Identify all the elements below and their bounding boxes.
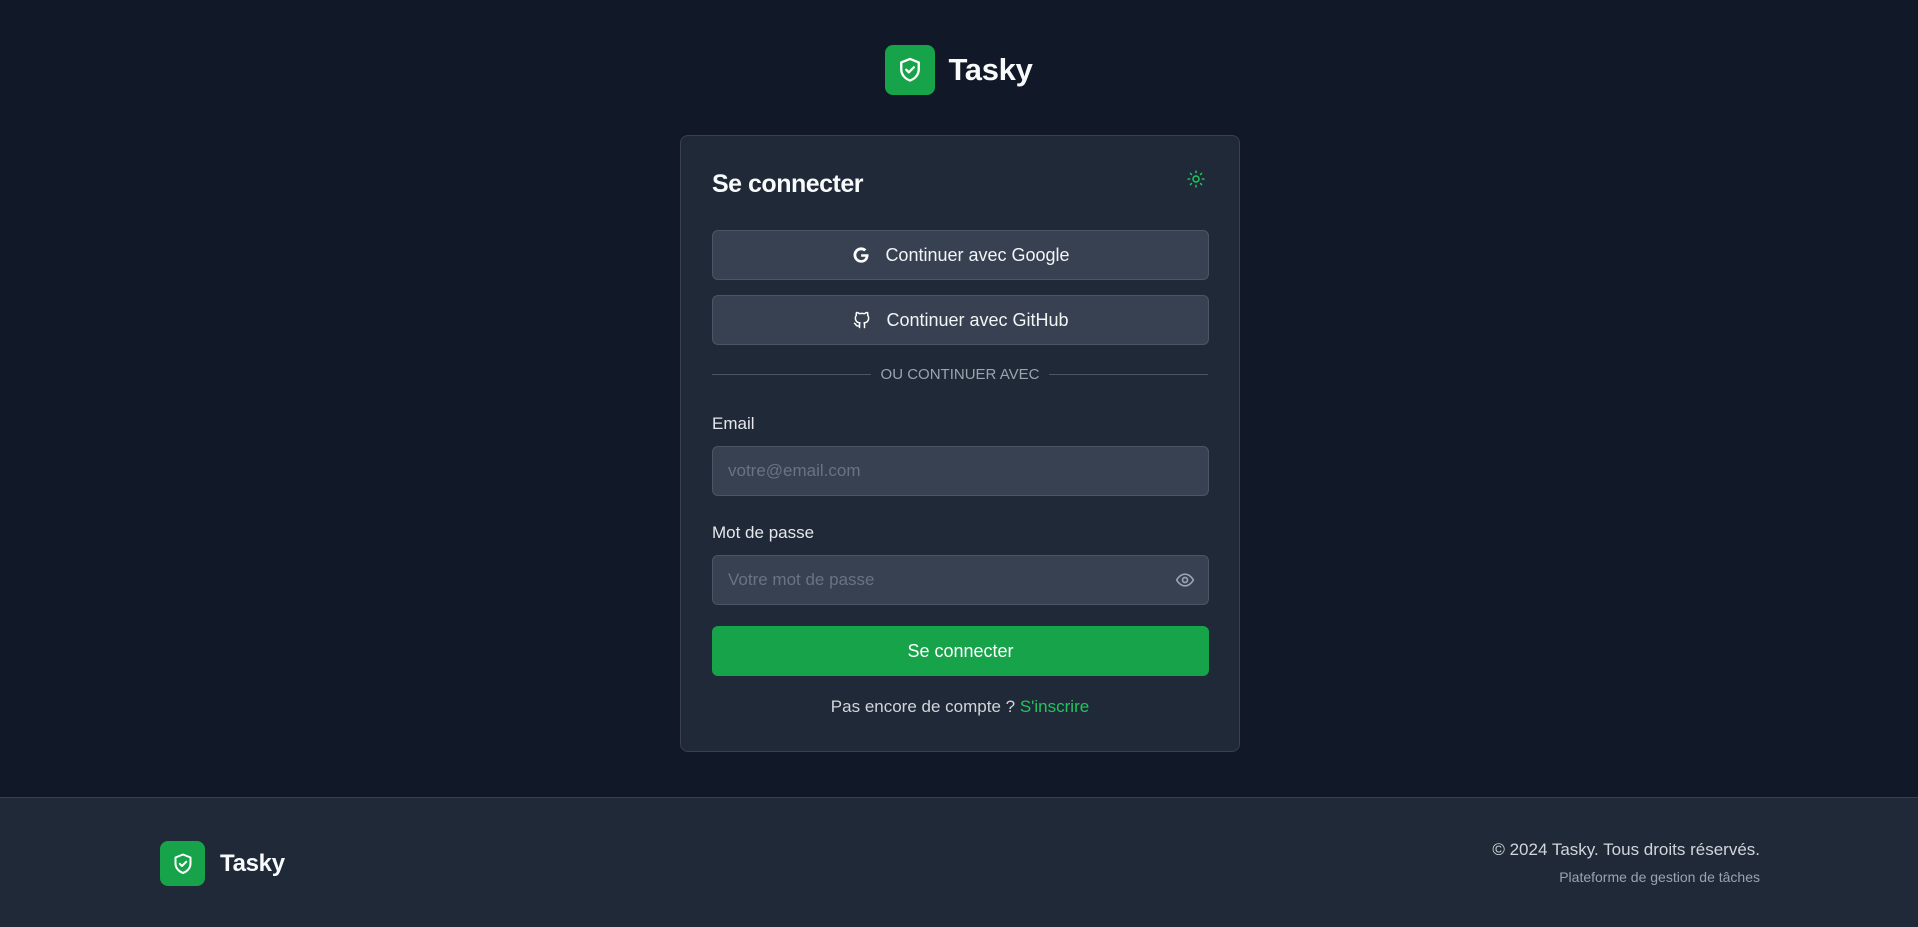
brand-name: Tasky	[948, 52, 1033, 87]
sun-icon	[1187, 170, 1205, 188]
shield-check-icon	[885, 45, 936, 95]
page-title: Se connecter	[712, 169, 864, 198]
tagline-text: Plateforme de gestion de tâches	[1559, 869, 1760, 885]
password-label: Mot de passe	[712, 523, 815, 542]
signup-prompt: Pas encore de compte ? S'inscrire	[712, 697, 1208, 717]
footer-info: © 2024 Tasky. Tous droits réservés. Plat…	[1492, 840, 1760, 885]
copyright-text: © 2024 Tasky. Tous droits réservés.	[1492, 840, 1760, 859]
divider-text: OU CONTINUER AVEC	[880, 365, 1040, 383]
password-field[interactable]	[712, 555, 1209, 605]
email-field-wrapper	[712, 446, 1209, 496]
google-icon	[853, 247, 870, 263]
signup-prompt-text: Pas encore de compte ?	[830, 697, 1016, 716]
email-label: Email	[712, 414, 755, 433]
email-field[interactable]	[712, 446, 1209, 496]
shield-check-icon	[160, 841, 205, 886]
github-icon	[854, 311, 870, 329]
card-header: Se connecter	[712, 166, 1208, 202]
password-field-wrapper	[712, 555, 1209, 605]
google-login-button[interactable]: Continuer avec Google	[712, 230, 1209, 280]
header-brand[interactable]: Tasky	[0, 45, 1918, 95]
google-button-label: Continuer avec Google	[885, 244, 1070, 265]
footer: Tasky © 2024 Tasky. Tous droits réservés…	[0, 797, 1918, 927]
login-page: Tasky Se connecter Continuer avec Google…	[0, 0, 1918, 927]
signup-link[interactable]: S'inscrire	[1020, 697, 1089, 716]
divider-line-right	[1049, 373, 1208, 375]
footer-brand[interactable]: Tasky	[160, 841, 285, 886]
eye-icon	[1175, 573, 1195, 587]
github-login-button[interactable]: Continuer avec GitHub	[712, 295, 1209, 345]
theme-toggle-button[interactable]	[1182, 165, 1210, 193]
show-password-button[interactable]	[1174, 569, 1196, 591]
github-button-label: Continuer avec GitHub	[886, 309, 1069, 330]
or-divider: OU CONTINUER AVEC	[712, 361, 1208, 387]
footer-brand-name: Tasky	[220, 849, 285, 877]
login-submit-button[interactable]: Se connecter	[712, 626, 1209, 676]
divider-line-left	[712, 373, 871, 375]
login-card: Se connecter Continuer avec Google Conti…	[680, 135, 1240, 752]
